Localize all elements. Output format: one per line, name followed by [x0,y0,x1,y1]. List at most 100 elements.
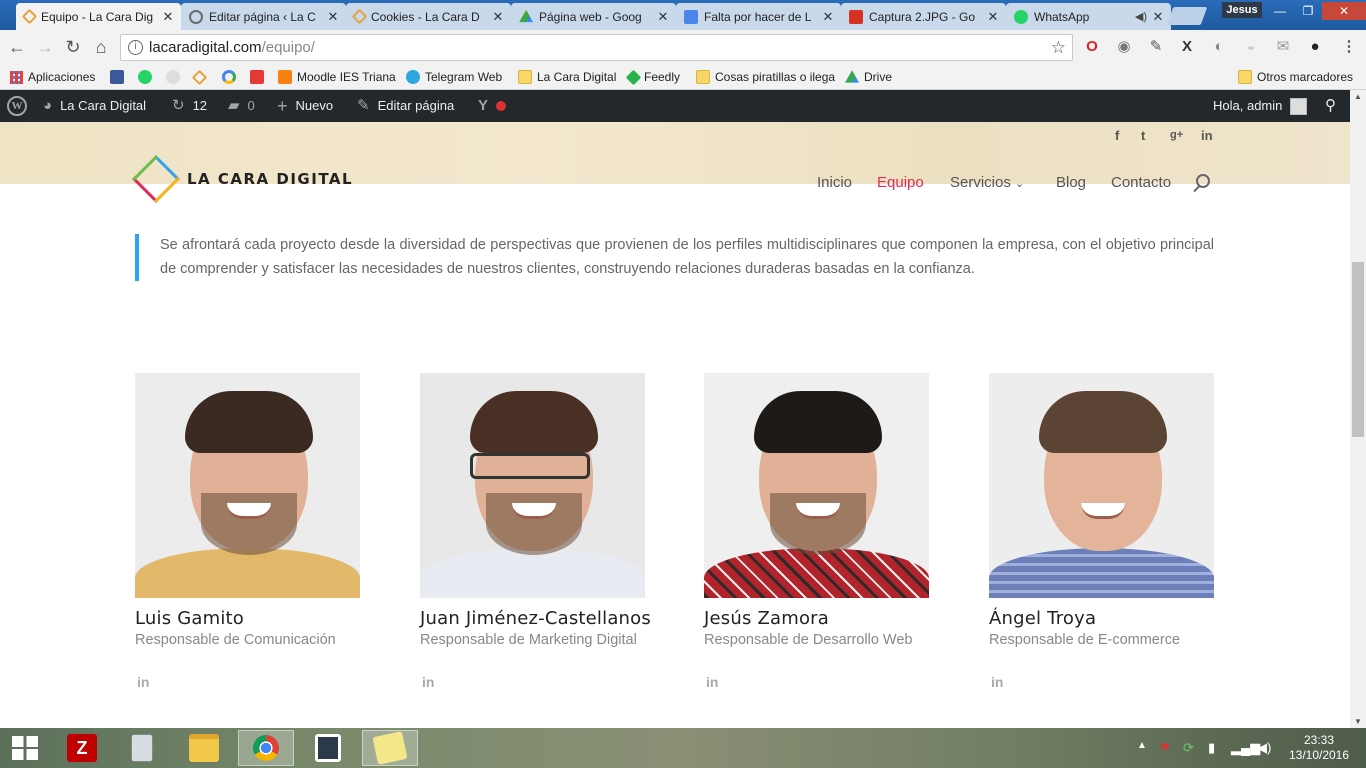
x-extension-icon[interactable]: X [1178,38,1196,56]
bookmark-moodle[interactable]: Moodle IES Triana [278,68,396,86]
bookmark-generic[interactable] [166,68,185,86]
wp-search[interactable]: ⚲ [1325,90,1344,122]
show-hidden-icons[interactable]: ▲ [1137,740,1147,751]
tab-cookies[interactable]: Cookies - La Cara D ✕ [346,3,511,30]
taskbar-sticky-notes[interactable] [362,730,418,766]
nav-equipo[interactable]: Equipo [877,174,924,191]
close-icon[interactable]: ✕ [326,9,340,25]
forward-button[interactable]: → [34,36,56,58]
facebook-icon [110,70,124,84]
taskbar-chrome[interactable] [238,730,294,766]
bookmark-feedly[interactable]: Feedly [625,68,680,86]
team-card-juan: Juan Jiménez-Castellanos Responsable de … [420,373,651,690]
restore-button[interactable]: ❐ [1294,2,1322,20]
wp-updates[interactable]: ↻ 12 [172,90,207,122]
linkedin-icon[interactable]: in [1201,128,1213,143]
wp-new[interactable]: + Nuevo [277,90,333,122]
bookmark-star-icon[interactable]: ☆ [1051,35,1066,60]
close-icon[interactable]: ✕ [161,9,175,25]
info-icon[interactable]: i [128,40,143,55]
battery-icon[interactable]: ▮ [1208,740,1215,756]
bookmark-label: Telegram Web [425,70,503,84]
bookmark-drive[interactable]: Drive [845,68,892,86]
tab-captura[interactable]: Captura 2.JPG - Go ✕ [841,3,1006,30]
taskbar-brackets[interactable] [300,730,356,766]
new-tab-button[interactable] [1166,7,1208,25]
linkedin-icon[interactable]: in [137,674,360,690]
wp-account[interactable]: Hola, admin [1213,90,1308,122]
tab-editar-pagina[interactable]: Editar página ‹ La C ✕ [181,3,346,30]
twitter-icon[interactable]: t [1141,128,1145,143]
wp-yoast[interactable]: Y [478,90,507,122]
nav-inicio[interactable]: Inicio [817,174,852,191]
tab-falta-por-hacer[interactable]: Falta por hacer de L ✕ [676,3,841,30]
extension-icon[interactable]: ◐ [1210,38,1228,56]
sync-icon[interactable]: ⟳ [1183,740,1194,756]
tab-whatsapp[interactable]: WhatsApp ◀) ✕ [1006,3,1171,30]
linkedin-icon[interactable]: in [422,674,645,690]
close-window-button[interactable]: ✕ [1322,2,1366,20]
close-icon[interactable]: ✕ [986,9,1000,25]
bookmark-telegram[interactable]: Telegram Web [406,68,502,86]
scroll-thumb[interactable] [1352,262,1364,437]
start-button[interactable] [0,730,50,766]
bookmark-google[interactable] [222,68,241,86]
team-photo [420,373,645,598]
page-scrollbar[interactable]: ▲ ▼ [1350,90,1366,728]
clock-date: 13/10/2016 [1288,748,1350,762]
back-button[interactable]: ← [6,36,28,58]
nav-blog[interactable]: Blog [1056,174,1086,191]
nav-servicios[interactable]: Servicios ⌄ [950,174,1024,191]
linkedin-icon[interactable]: in [991,674,1214,690]
system-clock[interactable]: 23:33 13/10/2016 [1283,733,1355,763]
yoast-icon: Y [478,97,489,114]
reload-button[interactable]: ↻ [62,36,84,58]
bookmark-aplicaciones[interactable]: Aplicaciones [10,68,95,86]
close-icon[interactable]: ✕ [491,9,505,25]
taskbar-calculator[interactable] [114,730,170,766]
search-icon[interactable] [1196,174,1210,188]
linkedin-icon[interactable]: in [706,674,929,690]
volume-icon[interactable]: ◀) [1257,740,1271,756]
profile-chip[interactable]: Jesus [1222,2,1262,18]
close-icon[interactable]: ✕ [821,9,835,25]
opera-extension-icon[interactable]: O [1083,38,1101,56]
network-icon[interactable]: ▂▄▆ [1231,740,1260,756]
tab-pagina-web[interactable]: Página web - Goog ✕ [511,3,676,30]
bookmark-facebook[interactable] [110,68,129,86]
action-center-icon[interactable]: ⚑ [1159,740,1171,756]
eyedropper-extension-icon[interactable]: ✎ [1147,38,1165,56]
bookmark-otros[interactable]: Otros marcadores [1238,68,1353,86]
mail-extension-icon[interactable]: ✉ [1274,38,1292,56]
bookmark-whatsapp[interactable] [138,68,157,86]
pocket-extension-icon[interactable]: ◉ [1115,38,1133,56]
wp-comments[interactable]: ▰ 0 [228,90,255,122]
address-bar[interactable]: i lacaradigital.com/equipo/ ☆ [120,34,1073,61]
bookmark-red-f[interactable] [250,68,269,86]
wp-edit-page[interactable]: ✎ Editar página [357,90,454,122]
taskbar-filezilla[interactable]: Z [54,730,110,766]
wp-site-name[interactable]: ◕ La Cara Digital [43,90,146,122]
site-name-label: La Cara Digital [60,98,147,113]
chrome-extension-icon[interactable]: ● [1306,38,1324,56]
extension-disabled-icon[interactable]: ◒ [1242,38,1260,56]
site-logo[interactable]: LA CARA DIGITAL [131,154,353,204]
scroll-up-icon[interactable]: ▲ [1350,92,1366,101]
home-button[interactable]: ⌂ [90,36,112,58]
speaker-icon[interactable]: ◀) [1135,10,1147,23]
updates-icon: ↻ [172,97,185,114]
menu-icon[interactable]: ⋮ [1340,38,1358,56]
bookmark-lacaradigital[interactable] [191,68,210,86]
facebook-icon[interactable]: f [1115,128,1119,143]
close-icon[interactable]: ✕ [1151,9,1165,25]
wp-logo-button[interactable]: W [7,90,27,122]
bookmark-folder-cosas[interactable]: Cosas piratillas o ilega [696,68,835,86]
nav-contacto[interactable]: Contacto [1111,174,1171,191]
bookmark-folder-lacaradigital[interactable]: La Cara Digital [518,68,616,86]
taskbar-explorer[interactable] [176,730,232,766]
close-icon[interactable]: ✕ [656,9,670,25]
minimize-button[interactable]: — [1266,2,1294,20]
scroll-down-icon[interactable]: ▼ [1350,717,1366,726]
tab-equipo[interactable]: Equipo - La Cara Dig ✕ [16,3,181,30]
google-plus-icon[interactable]: g+ [1170,129,1183,141]
